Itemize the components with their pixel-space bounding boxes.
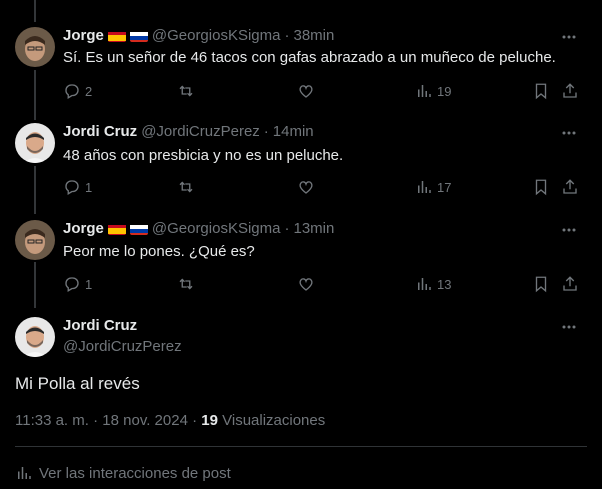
analytics-icon — [18, 467, 31, 479]
like-button[interactable] — [297, 274, 319, 294]
thread-line — [34, 262, 36, 308]
reply-icon — [65, 84, 79, 99]
insights-label: Ver las interacciones de post — [39, 464, 231, 482]
more-options-icon[interactable] — [560, 318, 578, 336]
author-handle[interactable]: @JordiCruzPerez — [63, 337, 182, 357]
post-header: Jordi Cruz @JordiCruzPerez · 14min — [63, 122, 314, 142]
share-icon — [563, 83, 577, 98]
reply-button[interactable]: 1 — [63, 177, 92, 197]
timestamp[interactable]: 14min — [273, 122, 314, 142]
author-name[interactable]: Jordi Cruz — [63, 316, 137, 336]
action-bar: 1 13 — [63, 274, 583, 294]
reply-icon — [65, 180, 79, 195]
thread-line — [34, 166, 36, 214]
post-insights-link[interactable]: Ver las interacciones de post — [15, 464, 231, 482]
avatar[interactable] — [15, 220, 55, 260]
heart-icon — [299, 181, 313, 194]
bookmark-icon — [535, 83, 547, 100]
action-bar: 2 19 — [63, 81, 583, 101]
like-button[interactable] — [297, 177, 319, 197]
author-name[interactable]: Jordi Cruz — [63, 122, 137, 142]
views-button[interactable]: 17 — [415, 177, 451, 197]
share-button[interactable] — [561, 274, 579, 294]
author-handle-row: @JordiCruzPerez — [63, 337, 182, 357]
bookmark-button[interactable] — [532, 81, 550, 101]
post-text: Peor me lo pones. ¿Qué es? — [63, 243, 255, 260]
post-date[interactable]: 18 nov. 2024 — [102, 412, 188, 429]
reply-count: 2 — [85, 83, 93, 99]
post-text: 48 años con presbicia y no es un peluche… — [63, 147, 344, 164]
views-icon — [418, 181, 431, 193]
more-options-icon[interactable] — [560, 28, 578, 46]
russia-flag-icon — [129, 30, 148, 42]
views-count: 19 — [437, 83, 452, 99]
post-meta: 11:33 a. m. · 18 nov. 2024 · 19 Visualiz… — [15, 412, 325, 429]
share-button[interactable] — [561, 177, 579, 197]
share-icon — [563, 179, 577, 194]
spain-flag-icon — [107, 30, 126, 42]
timestamp[interactable]: 38min — [293, 26, 334, 46]
repost-button[interactable] — [177, 81, 199, 101]
divider — [15, 446, 587, 447]
avatar[interactable] — [15, 123, 55, 163]
spain-flag-icon — [107, 223, 126, 235]
author-handle[interactable]: @GeorgiosKSigma — [152, 26, 281, 46]
flag-emojis — [104, 223, 148, 235]
separator: · — [284, 27, 290, 44]
separator: · — [93, 412, 99, 429]
repost-icon — [179, 181, 193, 193]
post-header: Jorge @GeorgiosKSigma · 38min — [63, 26, 334, 46]
author-name[interactable]: Jorge — [63, 219, 104, 239]
reply-button[interactable]: 2 — [63, 81, 92, 101]
post-time[interactable]: 11:33 a. m. — [15, 412, 89, 429]
separator: · — [284, 220, 290, 237]
views-icon — [418, 85, 431, 97]
reply-count: 1 — [85, 276, 93, 292]
action-bar: 1 17 — [63, 177, 583, 197]
views-count: 13 — [437, 276, 452, 292]
thread-line-top — [34, 0, 36, 22]
flag-emojis — [104, 30, 148, 42]
heart-icon — [299, 85, 313, 98]
reply-button[interactable]: 1 — [63, 274, 92, 294]
repost-icon — [179, 85, 193, 97]
separator: · — [263, 123, 269, 140]
bookmark-button[interactable] — [532, 274, 550, 294]
views-button[interactable]: 19 — [415, 81, 451, 101]
thread-line — [34, 70, 36, 120]
author-handle[interactable]: @JordiCruzPerez — [141, 122, 260, 142]
reply-count: 1 — [85, 179, 93, 195]
repost-icon — [179, 278, 193, 290]
bookmark-icon — [535, 276, 547, 293]
avatar[interactable] — [15, 27, 55, 67]
author-name[interactable]: Jorge — [63, 26, 104, 46]
repost-button[interactable] — [177, 274, 199, 294]
views-button[interactable]: 13 — [415, 274, 451, 294]
separator: · — [192, 412, 198, 429]
author-handle[interactable]: @GeorgiosKSigma — [152, 219, 281, 239]
avatar[interactable] — [15, 317, 55, 357]
views-label: Visualizaciones — [222, 412, 326, 429]
like-button[interactable] — [297, 81, 319, 101]
bookmark-icon — [535, 179, 547, 196]
views-icon — [418, 278, 431, 290]
share-icon — [563, 276, 577, 291]
reply-icon — [65, 277, 79, 292]
bookmark-button[interactable] — [532, 177, 550, 197]
post-header: Jorge @GeorgiosKSigma · 13min — [63, 219, 334, 239]
heart-icon — [299, 278, 313, 291]
views-count: 17 — [437, 179, 452, 195]
timestamp[interactable]: 13min — [293, 219, 334, 239]
views-count: 19 — [201, 412, 218, 429]
author-name-row: Jordi Cruz — [63, 316, 137, 336]
more-options-icon[interactable] — [560, 221, 578, 239]
post-text: Mi Polla al revés — [15, 374, 140, 393]
share-button[interactable] — [561, 81, 579, 101]
repost-button[interactable] — [177, 177, 199, 197]
more-options-icon[interactable] — [560, 0, 578, 6]
more-options-icon[interactable] — [560, 124, 578, 142]
russia-flag-icon — [129, 223, 148, 235]
post-text: Sí. Es un señor de 46 tacos con gafas ab… — [63, 49, 556, 66]
